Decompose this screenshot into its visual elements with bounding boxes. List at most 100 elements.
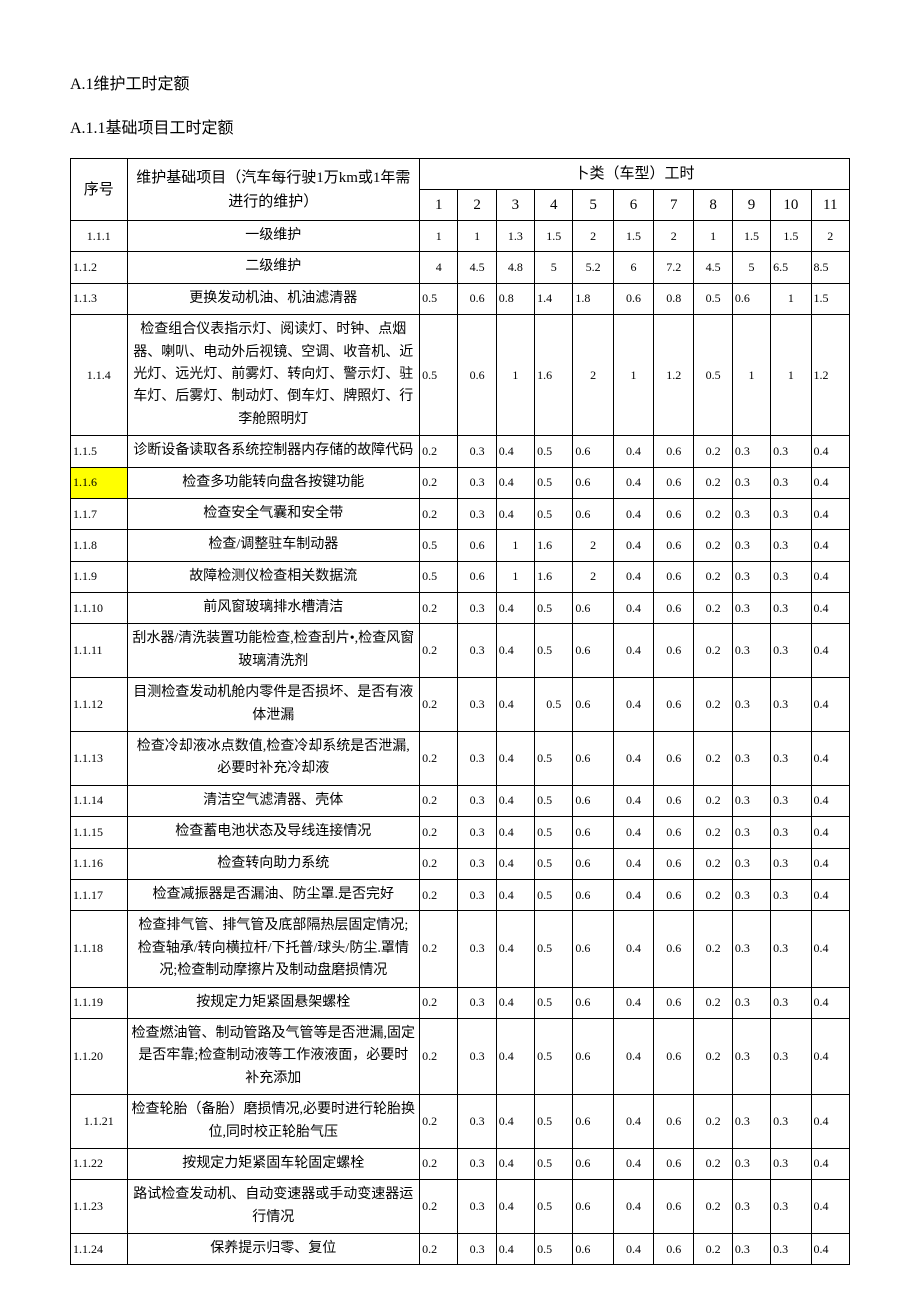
table-row: 1.1.23路试检查发动机、自动变速器或手动变速器运行情况0.20.30.40.… bbox=[71, 1180, 850, 1234]
cell: 0.2 bbox=[694, 1018, 732, 1094]
cell: 0.4 bbox=[811, 1148, 850, 1179]
cell: 0.2 bbox=[420, 879, 458, 910]
cell: 0.6 bbox=[573, 436, 613, 467]
cell: 0.4 bbox=[613, 498, 653, 529]
row-index: 1.1.20 bbox=[71, 1018, 128, 1094]
cell: 0.3 bbox=[458, 1018, 496, 1094]
cell: 0.3 bbox=[771, 1018, 811, 1094]
cell: 0.5 bbox=[535, 624, 573, 678]
cell: 0.4 bbox=[613, 817, 653, 848]
cell: 0.5 bbox=[535, 911, 573, 987]
cell: 1 bbox=[420, 221, 458, 252]
row-desc: 更换发动机油、机油滤清器 bbox=[127, 283, 420, 314]
cell: 0.2 bbox=[694, 678, 732, 732]
cell: 0.6 bbox=[654, 817, 694, 848]
cell: 0.6 bbox=[654, 593, 694, 624]
cell: 0.4 bbox=[613, 1148, 653, 1179]
cell: 4 bbox=[420, 252, 458, 283]
cell: 0.2 bbox=[694, 785, 732, 816]
th-group: 卜类（车型）工时 bbox=[420, 159, 850, 190]
cell: 0.3 bbox=[732, 817, 770, 848]
cell: 1.5 bbox=[732, 221, 770, 252]
row-desc: 目测检查发动机舱内零件是否损坏、是否有液体泄漏 bbox=[127, 678, 420, 732]
cell: 0.4 bbox=[496, 1234, 534, 1265]
cell: 0.3 bbox=[771, 785, 811, 816]
row-index: 1.1.8 bbox=[71, 530, 128, 561]
cell: 0.4 bbox=[613, 987, 653, 1018]
cell: 0.6 bbox=[654, 1180, 694, 1234]
cell: 0.3 bbox=[732, 848, 770, 879]
cell: 0.3 bbox=[771, 530, 811, 561]
cell: 0.6 bbox=[573, 1018, 613, 1094]
cell: 0.2 bbox=[694, 561, 732, 592]
cell: 0.6 bbox=[573, 732, 613, 786]
cell: 5.2 bbox=[573, 252, 613, 283]
cell: 0.5 bbox=[535, 467, 573, 498]
th-col-6: 6 bbox=[613, 190, 653, 221]
cell: 0.6 bbox=[654, 624, 694, 678]
cell: 1 bbox=[496, 530, 534, 561]
cell: 0.2 bbox=[694, 1234, 732, 1265]
table-row: 1.1.8检查/调整驻车制动器0.50.611.620.40.60.20.30.… bbox=[71, 530, 850, 561]
cell: 0.3 bbox=[732, 530, 770, 561]
cell: 0.4 bbox=[613, 530, 653, 561]
table-row: 1.1.1一级维护111.31.521.5211.51.52 bbox=[71, 221, 850, 252]
row-index: 1.1.7 bbox=[71, 498, 128, 529]
row-index: 1.1.12 bbox=[71, 678, 128, 732]
cell: 7.2 bbox=[654, 252, 694, 283]
cell: 0.3 bbox=[458, 1095, 496, 1149]
row-index: 1.1.10 bbox=[71, 593, 128, 624]
row-desc: 检查轮胎（备胎）磨损情况,必要时进行轮胎换位,同时校正轮胎气压 bbox=[127, 1095, 420, 1149]
row-desc: 一级维护 bbox=[127, 221, 420, 252]
cell: 0.5 bbox=[535, 1018, 573, 1094]
row-index: 1.1.1 bbox=[71, 221, 128, 252]
cell: 0.3 bbox=[458, 911, 496, 987]
cell: 0.4 bbox=[811, 436, 850, 467]
cell: 0.4 bbox=[811, 1018, 850, 1094]
cell: 0.4 bbox=[811, 732, 850, 786]
table-row: 1.1.16检查转向助力系统0.20.30.40.50.60.40.60.20.… bbox=[71, 848, 850, 879]
cell: 0.5 bbox=[694, 283, 732, 314]
cell: 0.3 bbox=[771, 732, 811, 786]
table-row: 1.1.9故障检测仪检查相关数据流0.50.611.620.40.60.20.3… bbox=[71, 561, 850, 592]
table-row: 1.1.10前风窗玻璃排水槽清洁0.20.30.40.50.60.40.60.2… bbox=[71, 593, 850, 624]
cell: 0.2 bbox=[694, 593, 732, 624]
row-desc: 检查安全气囊和安全带 bbox=[127, 498, 420, 529]
cell: 0.5 bbox=[535, 498, 573, 529]
cell: 0.3 bbox=[732, 1018, 770, 1094]
cell: 0.5 bbox=[694, 315, 732, 436]
row-desc: 检查冷却液冰点数值,检查冷却系统是否泄漏,必要时补充冷却液 bbox=[127, 732, 420, 786]
cell: 0.3 bbox=[732, 987, 770, 1018]
cell: 0.6 bbox=[573, 678, 613, 732]
cell: 0.3 bbox=[732, 1148, 770, 1179]
cell: 0.3 bbox=[732, 624, 770, 678]
cell: 0.3 bbox=[771, 911, 811, 987]
cell: 0.6 bbox=[654, 530, 694, 561]
cell: 0.6 bbox=[573, 987, 613, 1018]
row-index: 1.1.14 bbox=[71, 785, 128, 816]
table-body: 1.1.1一级维护111.31.521.5211.51.521.1.2二级维护4… bbox=[71, 221, 850, 1265]
cell: 0.6 bbox=[654, 987, 694, 1018]
row-index: 1.1.21 bbox=[71, 1095, 128, 1149]
cell: 0.3 bbox=[732, 732, 770, 786]
cell: 0.5 bbox=[535, 817, 573, 848]
cell: 0.4 bbox=[811, 467, 850, 498]
quota-table: 序号 维护基础项目（汽车每行驶1万km或1年需进行的维护） 卜类（车型）工时 1… bbox=[70, 158, 850, 1265]
cell: 0.3 bbox=[732, 879, 770, 910]
row-desc: 诊断设备读取各系统控制器内存储的故障代码 bbox=[127, 436, 420, 467]
cell: 0.4 bbox=[496, 879, 534, 910]
cell: 0.4 bbox=[496, 678, 534, 732]
cell: 0.6 bbox=[654, 561, 694, 592]
cell: 0.6 bbox=[573, 467, 613, 498]
cell: 0.6 bbox=[654, 1148, 694, 1179]
cell: 0.5 bbox=[535, 785, 573, 816]
table-row: 1.1.19按规定力矩紧固悬架螺栓0.20.30.40.50.60.40.60.… bbox=[71, 987, 850, 1018]
cell: 0.2 bbox=[420, 987, 458, 1018]
cell: 0.3 bbox=[732, 561, 770, 592]
cell: 0.4 bbox=[811, 817, 850, 848]
cell: 0.6 bbox=[458, 315, 496, 436]
cell: 0.2 bbox=[420, 732, 458, 786]
cell: 0.2 bbox=[420, 1180, 458, 1234]
cell: 0.4 bbox=[496, 1095, 534, 1149]
cell: 0.2 bbox=[694, 498, 732, 529]
